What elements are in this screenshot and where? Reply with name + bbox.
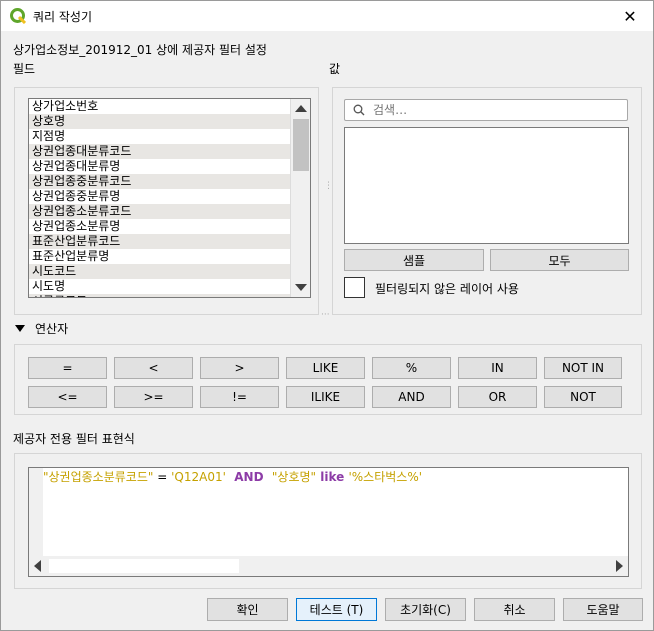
operator-button[interactable]: = [28, 357, 107, 379]
scroll-down-icon[interactable] [295, 284, 307, 291]
field-list-item[interactable]: 상가업소번호 [29, 99, 290, 114]
vertical-splitter[interactable]: ··· [321, 310, 330, 320]
title-bar: 쿼리 작성기 ✕ [1, 1, 653, 31]
field-list-item[interactable]: 상권업종중분류명 [29, 189, 290, 204]
expression-editor[interactable]: "상권업종소분류코드" = 'Q12A01' AND "상호명" like '%… [28, 467, 629, 577]
expression-token: AND [225, 470, 272, 484]
field-list-item[interactable]: 표준산업분류코드 [29, 234, 290, 249]
fields-label: 필드 [13, 62, 36, 76]
operator-button[interactable]: LIKE [286, 357, 365, 379]
use-unfiltered-layer-label: 필터링되지 않은 레이어 사용 [375, 282, 519, 296]
query-builder-window: 쿼리 작성기 ✕ 상가업소정보_201912_01 상에 제공자 필터 설정 필… [0, 0, 654, 631]
reset-button[interactable]: 초기화(C) [385, 598, 466, 621]
field-list-item[interactable]: 상권업종대분류코드 [29, 144, 290, 159]
close-icon: ✕ [623, 6, 637, 26]
operator-button[interactable]: IN [458, 357, 537, 379]
expression-hscrollbar[interactable] [29, 556, 628, 576]
field-list-item[interactable]: 상권업종소분류코드 [29, 204, 290, 219]
field-list-item[interactable]: 상권업종대분류명 [29, 159, 290, 174]
operator-button[interactable]: OR [458, 386, 537, 408]
expression-token: "상호명" [271, 470, 317, 484]
scroll-up-icon[interactable] [295, 105, 307, 112]
operator-button[interactable]: <= [28, 386, 107, 408]
fields-scrollbar[interactable] [290, 99, 310, 297]
scroll-thumb[interactable] [293, 119, 309, 171]
expression-code[interactable]: "상권업종소분류코드" = 'Q12A01' AND "상호명" like '%… [43, 468, 422, 485]
field-list-item[interactable]: 상권업종소분류명 [29, 219, 290, 234]
operator-button[interactable]: > [200, 357, 279, 379]
qgis-logo-icon [10, 8, 26, 24]
field-list-item[interactable]: 시군구코드 [29, 294, 290, 297]
field-list-item[interactable]: 표준산업분류명 [29, 249, 290, 264]
layer-filter-subtitle: 상가업소정보_201912_01 상에 제공자 필터 설정 [13, 43, 267, 57]
values-search-box[interactable] [344, 99, 628, 121]
expression-token: like [316, 470, 349, 484]
field-list-item[interactable]: 상권업종중분류코드 [29, 174, 290, 189]
values-search-input[interactable] [371, 102, 621, 118]
expression-token: '%스타벅스%' [348, 470, 423, 484]
operator-button[interactable]: NOT [544, 386, 622, 408]
field-list-item[interactable]: 지점명 [29, 129, 290, 144]
window-title: 쿼리 작성기 [33, 10, 93, 24]
help-button[interactable]: 도움말 [563, 598, 643, 621]
use-unfiltered-layer-checkbox[interactable] [344, 277, 365, 298]
collapse-arrow-icon[interactable] [15, 325, 25, 332]
sample-button[interactable]: 샘플 [344, 249, 484, 271]
cancel-button[interactable]: 취소 [474, 598, 555, 621]
expression-token: = [153, 470, 172, 484]
operator-button[interactable]: >= [114, 386, 193, 408]
close-button[interactable]: ✕ [607, 1, 653, 31]
all-button[interactable]: 모두 [490, 249, 629, 271]
operators-label: 연산자 [35, 322, 69, 336]
ok-button[interactable]: 확인 [207, 598, 288, 621]
field-list-item[interactable]: 시도명 [29, 279, 290, 294]
hscroll-thumb[interactable] [49, 559, 239, 573]
test-button[interactable]: 테스트 (T) [296, 598, 377, 621]
operator-button[interactable]: % [372, 357, 451, 379]
values-label: 값 [329, 62, 341, 76]
scroll-right-icon[interactable] [616, 560, 623, 572]
values-list[interactable] [344, 127, 629, 244]
horizontal-splitter[interactable]: ⋮ [324, 181, 333, 191]
operator-button[interactable]: ILIKE [286, 386, 365, 408]
search-icon [353, 104, 365, 116]
expression-token: 'Q12A01' [171, 470, 226, 484]
expression-label: 제공자 전용 필터 표현식 [13, 432, 135, 446]
operator-button[interactable]: < [114, 357, 193, 379]
fields-list[interactable]: 상가업소번호 상호명 지점명 상권업종대분류코드 상권업종대분류명 상권업종중분류코드 상권… [28, 98, 311, 298]
expression-token: "상권업종소분류코드" [43, 470, 154, 484]
field-list-item[interactable]: 상호명 [29, 114, 290, 129]
scroll-left-icon[interactable] [34, 560, 41, 572]
operator-button[interactable]: != [200, 386, 279, 408]
operator-button[interactable]: NOT IN [544, 357, 622, 379]
operator-button[interactable]: AND [372, 386, 451, 408]
field-list-item[interactable]: 시도코드 [29, 264, 290, 279]
